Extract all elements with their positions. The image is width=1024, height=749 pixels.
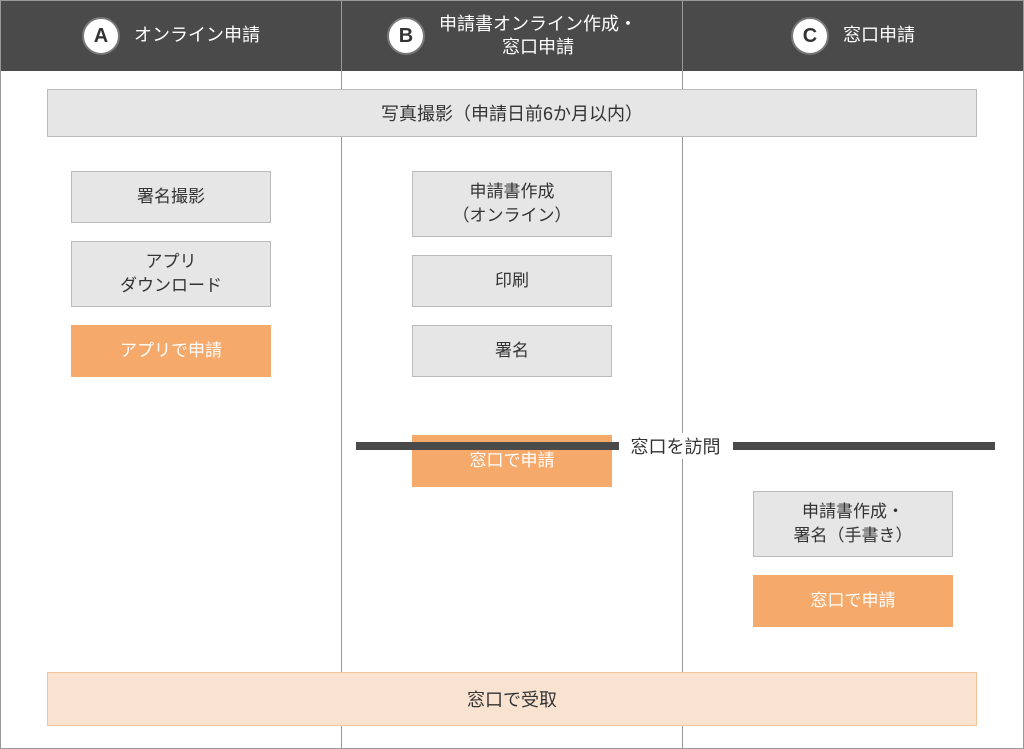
step-b-2: 印刷	[412, 255, 612, 307]
photo-step-bar: 写真撮影（申請日前6か月以内）	[47, 89, 977, 137]
badge-a: A	[82, 17, 120, 55]
step-a-1: 署名撮影	[71, 171, 271, 223]
header-cell-c: C 窓口申請	[683, 1, 1023, 71]
step-c-final: 窓口で申請	[753, 575, 953, 627]
header-cell-a: A オンライン申請	[1, 1, 342, 71]
header-label-c: 窓口申請	[843, 24, 915, 47]
visit-line-left	[356, 442, 619, 450]
header-label-b: 申請書オンライン作成・窓口申請	[439, 13, 637, 60]
header-row: A オンライン申請 B 申請書オンライン作成・窓口申請 C 窓口申請	[1, 1, 1023, 71]
badge-c: C	[791, 17, 829, 55]
visit-divider: 窓口を訪問	[356, 431, 995, 461]
step-b-3: 署名	[412, 325, 612, 377]
visit-line-right	[733, 442, 996, 450]
badge-b: B	[387, 17, 425, 55]
header-cell-b: B 申請書オンライン作成・窓口申請	[342, 1, 683, 71]
step-a-2: アプリダウンロード	[71, 241, 271, 307]
visit-label: 窓口を訪問	[619, 433, 733, 459]
step-c-1: 申請書作成・署名（手書き）	[753, 491, 953, 557]
column-a: 署名撮影 アプリダウンロード アプリで申請	[1, 71, 342, 748]
column-c: 申請書作成・署名（手書き） 窓口で申請	[683, 71, 1023, 748]
diagram-container: A オンライン申請 B 申請書オンライン作成・窓口申請 C 窓口申請 写真撮影（…	[0, 0, 1024, 749]
step-a-final: アプリで申請	[71, 325, 271, 377]
pickup-step-bar: 窓口で受取	[47, 672, 977, 726]
step-b-1: 申請書作成（オンライン）	[412, 171, 612, 237]
column-b: 申請書作成（オンライン） 印刷 署名 窓口で申請	[342, 71, 683, 748]
body: 写真撮影（申請日前6か月以内） 窓口を訪問 窓口で受取 署名撮影 アプリダウンロ…	[1, 71, 1023, 748]
column-c-lower: 申請書作成・署名（手書き） 窓口で申請	[753, 491, 953, 645]
header-label-a: オンライン申請	[134, 24, 260, 47]
